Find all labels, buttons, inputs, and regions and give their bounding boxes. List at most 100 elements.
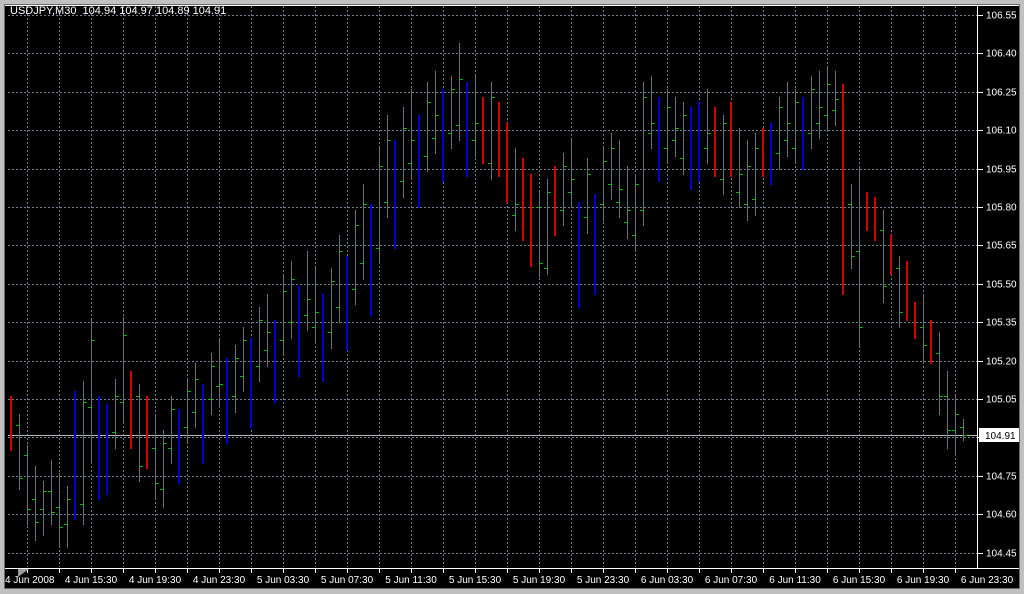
- price-axis-label: 105.95: [986, 165, 1017, 176]
- ohlc-bar: [376, 148, 383, 264]
- ohlc-bar: [512, 148, 519, 231]
- ohlc-bar: [776, 97, 783, 170]
- time-axis-label: 6 Jun 07:30: [705, 575, 758, 586]
- ohlc-bar: [432, 71, 439, 154]
- price-axis-label: 106.40: [986, 49, 1017, 60]
- chart-title: USDJPY,M30 104.94 104.97 104.89 104.91: [10, 6, 226, 17]
- time-axis-label: 6 Jun 23:30: [961, 575, 1014, 586]
- time-axis-label: 5 Jun 15:30: [449, 575, 502, 586]
- ohlc-bar: [24, 445, 31, 525]
- signal-bar-up: [370, 204, 372, 316]
- time-axis-label: 6 Jun 19:30: [897, 575, 950, 586]
- signal-bar-down: [730, 102, 732, 177]
- ohlc-bar: [616, 140, 623, 218]
- signal-bar-up: [418, 115, 420, 208]
- ohlc-bar: [360, 184, 367, 280]
- price-axis-label: 104.45: [986, 549, 1017, 560]
- signal-bar-down: [522, 158, 524, 241]
- ohlc-bar: [288, 261, 295, 339]
- ohlc-bar: [40, 481, 47, 536]
- time-axis-label: 4 Jun 2008: [5, 575, 55, 586]
- ohlc-bar: [608, 133, 615, 200]
- time-axis-label: 5 Jun 03:30: [257, 575, 310, 586]
- time-axis-label: 5 Jun 19:30: [513, 575, 566, 586]
- ohlc-bar: [168, 396, 175, 464]
- ohlc-bar: [648, 76, 655, 149]
- current-price-label: 104.91: [979, 428, 1020, 442]
- signal-bar-up: [106, 404, 108, 495]
- ohlc-bar: [424, 82, 431, 172]
- signal-bar-down: [914, 302, 916, 339]
- signal-bar-down: [498, 102, 500, 177]
- ohlc-bar: [824, 66, 831, 131]
- price-axis-label: 105.20: [986, 357, 1017, 368]
- ohlc-bar: [216, 338, 223, 408]
- signal-bar-up: [178, 409, 180, 484]
- ohlc-bar: [816, 71, 823, 139]
- time-axis-label: 4 Jun 19:30: [129, 575, 182, 586]
- ohlc-bar: [328, 268, 335, 349]
- ohlc-bar: [832, 71, 839, 126]
- ohlc-bar: [312, 268, 319, 344]
- ohlc-bar: [48, 460, 55, 525]
- ohlc-bar: [408, 89, 415, 180]
- signal-bar-down: [530, 174, 532, 267]
- ohlc-bar: [160, 430, 167, 508]
- signal-bar-down: [906, 261, 908, 321]
- ohlc-bar: [88, 320, 95, 464]
- signal-bar-up: [658, 97, 660, 182]
- signal-bar-up: [690, 107, 692, 190]
- signal-bar-up: [594, 194, 596, 295]
- signal-bar-down: [482, 97, 484, 164]
- ohlc-bar: [600, 148, 607, 221]
- signal-bar-up: [98, 396, 100, 500]
- ohlc-bar: [752, 133, 759, 216]
- ohlc-bar: [280, 276, 287, 356]
- ohlc-bar: [808, 76, 815, 149]
- ohlc-bar: [232, 345, 239, 413]
- ohlc-bar: [184, 379, 191, 444]
- signal-bar-down: [146, 396, 148, 469]
- signal-bar-down: [890, 235, 892, 275]
- ohlc-bar: [664, 89, 671, 164]
- signal-bar-up: [802, 97, 804, 170]
- ohlc-bar: [936, 332, 943, 415]
- time-axis-label: 5 Jun 23:30: [577, 575, 630, 586]
- ohlc-bar: [856, 166, 863, 346]
- price-axis-label: 105.50: [986, 280, 1017, 291]
- ohlc-bar: [240, 327, 247, 392]
- signal-bar-up: [466, 82, 468, 177]
- time-axis-label: 4 Jun 15:30: [65, 575, 118, 586]
- ohlc-bar: [192, 363, 199, 428]
- svg-text:104.91: 104.91: [985, 431, 1016, 442]
- ohlc-bar: [672, 97, 679, 157]
- ohlc-bar: [632, 174, 639, 252]
- signal-bar-up: [250, 338, 252, 428]
- ohlc-bar: [896, 256, 903, 328]
- time-axis-label: 6 Jun 11:30: [769, 575, 821, 586]
- ohlc-bar: [208, 353, 215, 415]
- price-axis-label: 106.55: [986, 11, 1017, 22]
- price-axis-label: 104.75: [986, 472, 1017, 483]
- signal-bar-down: [10, 396, 12, 451]
- ohlc-bar: [744, 140, 751, 221]
- signal-bar-up: [202, 384, 204, 464]
- ohlc-bar: [560, 153, 567, 226]
- ohlc-bar: [400, 107, 407, 198]
- ohlc-bar: [32, 466, 39, 541]
- signal-bar-down: [874, 197, 876, 241]
- ohlc-bar: [264, 294, 271, 367]
- signal-bar-down: [714, 107, 716, 177]
- signal-bar-up: [74, 391, 76, 520]
- ohlc-bar: [784, 82, 791, 157]
- time-axis[interactable]: 4 Jun 20084 Jun 15:304 Jun 19:304 Jun 23…: [5, 569, 1014, 586]
- time-axis-label: 5 Jun 07:30: [321, 575, 374, 586]
- ohlc-bar: [304, 251, 311, 331]
- price-axis-label: 105.05: [986, 395, 1017, 406]
- price-chart-canvas[interactable]: 106.55106.40106.25106.10105.95105.80105.…: [0, 0, 1024, 594]
- signal-bar-up: [298, 286, 300, 377]
- ohlc-bar: [80, 381, 87, 525]
- ohlc-bar: [624, 166, 631, 239]
- price-axis[interactable]: 106.55106.40106.25106.10105.95105.80105.…: [978, 11, 1017, 560]
- ohlc-bar: [16, 414, 23, 490]
